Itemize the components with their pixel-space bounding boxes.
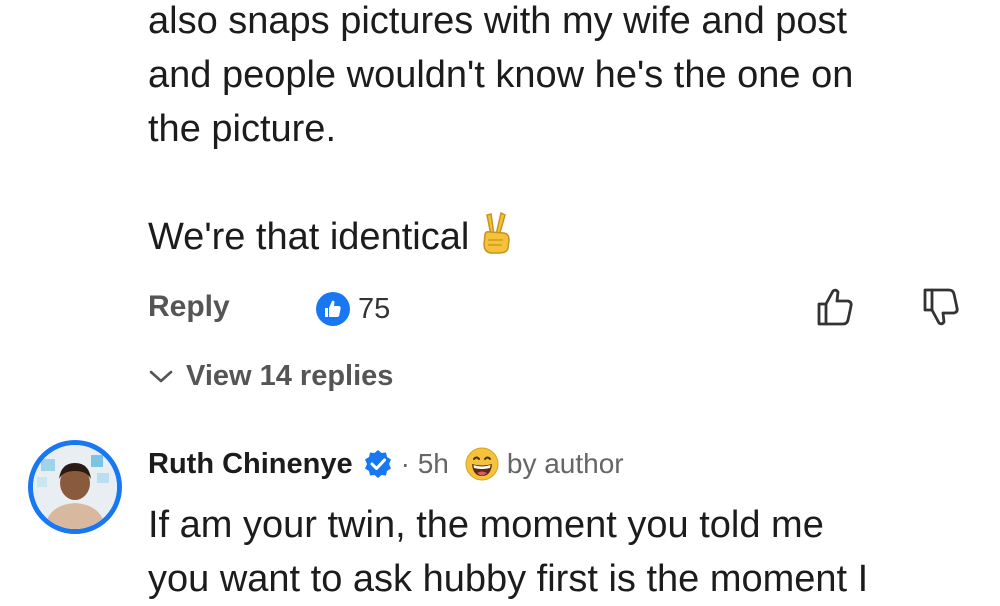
comment-text: also snaps pictures with my wife and pos… [148,0,968,264]
comment-line: and people wouldn't know he's the one on [148,54,854,96]
comment-actions: Reply 75 [0,286,1000,330]
reply-header: Ruth Chinenye · 5h by author [148,444,624,484]
grinning-face-emoji [465,447,499,481]
comment-line: also snaps pictures with my wife and pos… [148,0,848,42]
victory-hand-emoji [483,211,511,254]
thumbs-up-icon [316,292,350,326]
comment-last-line: We're that identical [148,216,470,258]
thumb-down-outline-icon[interactable] [920,286,962,328]
by-author-label: by author [506,448,624,479]
comment-line: We're that identical [148,210,968,264]
reply-text: If am your twin, the moment you told me … [148,498,988,606]
reply-line: If am your twin, the moment you told me [148,504,824,546]
author-name[interactable]: Ruth Chinenye [148,448,353,481]
thumb-up-outline-icon[interactable] [814,286,856,328]
reply-line: you want to ask hubby first is the momen… [148,558,869,600]
avatar[interactable] [28,440,122,534]
view-replies-label: View 14 replies [186,360,394,392]
comment-line: the picture. [148,108,336,150]
view-replies-button[interactable]: View 14 replies [148,360,393,393]
like-count: 75 [358,292,391,325]
like-summary[interactable]: 75 [316,292,390,326]
chevron-down-icon [149,370,173,382]
reply-button[interactable]: Reply [148,290,230,324]
reply-time: · 5h [400,448,449,479]
avatar-image [33,445,117,529]
verified-badge-icon [364,450,391,478]
